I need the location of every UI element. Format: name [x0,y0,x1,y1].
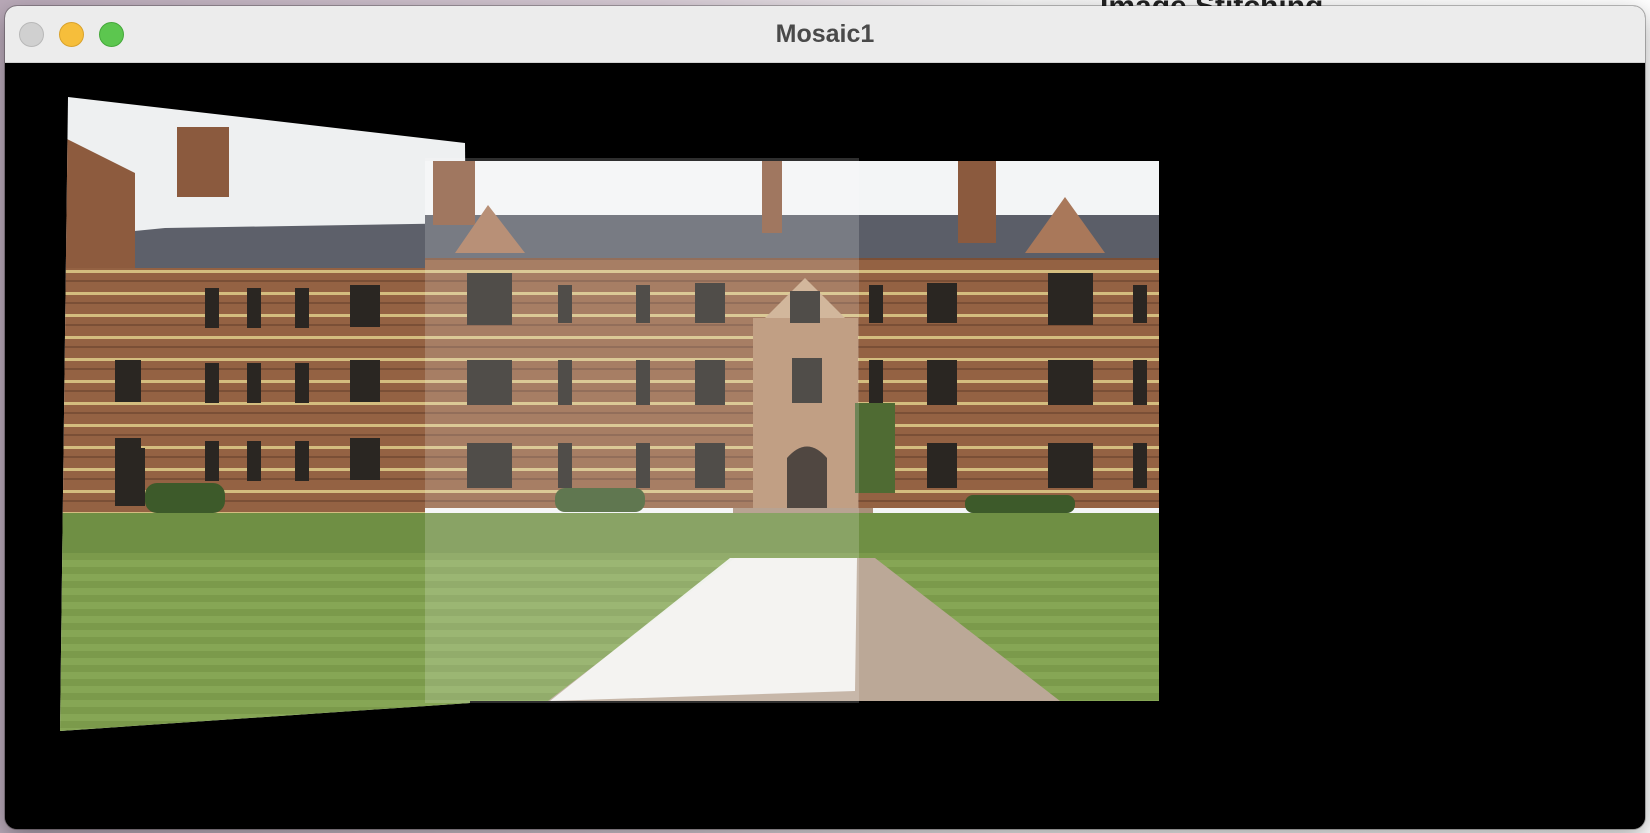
title-bar[interactable]: Mosaic1 [5,6,1645,63]
stitched-mosaic-image [60,97,1159,731]
mosaic-canvas [5,63,1645,829]
mosaic-window: Mosaic1 [5,6,1645,829]
window-title: Mosaic1 [775,20,875,48]
left-warped-frame [60,97,470,731]
